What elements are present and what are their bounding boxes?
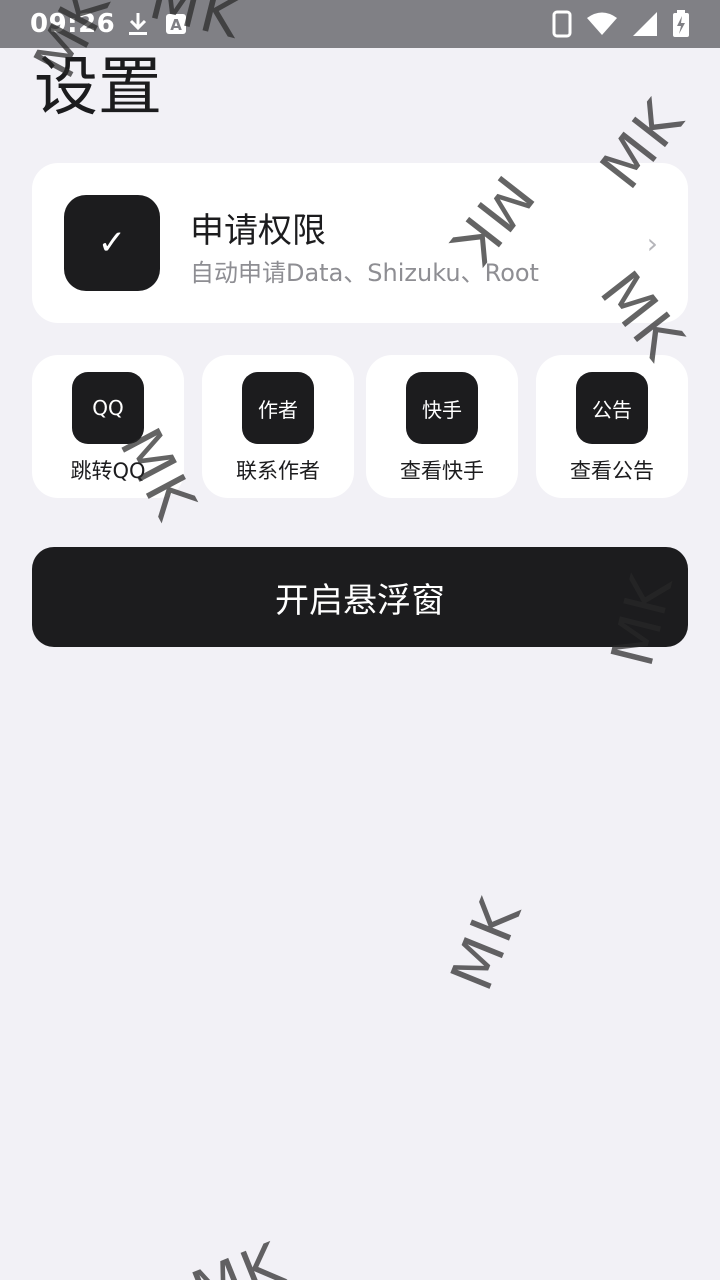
checkmark-icon: ✓ — [64, 195, 160, 291]
author-icon: 作者 — [242, 372, 314, 444]
page-title: 设置 — [34, 51, 162, 125]
contact-author-tile[interactable]: 作者 联系作者 — [202, 355, 354, 498]
request-permission-card[interactable]: ✓ 申请权限 自动申请Data、Shizuku、Root › — [32, 163, 688, 323]
settings-screen: 09:26 A 设置 ✓ 申请权限 自动申请Data、Shizuku、Root … — [0, 0, 720, 1280]
signal-icon — [632, 11, 658, 37]
announcement-icon: 公告 — [576, 372, 648, 444]
status-time: 09:26 — [30, 9, 116, 39]
jump-qq-tile[interactable]: QQ 跳转QQ — [32, 355, 184, 498]
view-announcement-tile[interactable]: 公告 查看公告 — [536, 355, 688, 498]
tile-label: 联系作者 — [236, 459, 320, 483]
tile-label: 查看快手 — [400, 459, 484, 483]
permission-subtitle: 自动申请Data、Shizuku、Root — [190, 259, 539, 287]
status-bar: 09:26 A — [0, 0, 720, 48]
permission-title: 申请权限 — [190, 211, 326, 251]
text-recognition-icon: A — [165, 13, 187, 35]
enable-floating-window-button[interactable]: 开启悬浮窗 — [32, 547, 688, 647]
qq-icon: QQ — [72, 372, 144, 444]
kuaishou-icon: 快手 — [406, 372, 478, 444]
download-icon — [127, 11, 149, 37]
watermark: MK — [182, 1229, 294, 1280]
battery-charging-icon — [672, 10, 690, 38]
view-kuaishou-tile[interactable]: 快手 查看快手 — [366, 355, 518, 498]
watermark: MK — [437, 888, 535, 1000]
phone-icon — [552, 10, 572, 38]
svg-text:A: A — [170, 16, 182, 34]
chevron-right-icon: › — [646, 227, 658, 260]
wifi-icon — [586, 12, 618, 36]
tile-label: 查看公告 — [570, 459, 654, 483]
tile-label: 跳转QQ — [70, 459, 146, 483]
